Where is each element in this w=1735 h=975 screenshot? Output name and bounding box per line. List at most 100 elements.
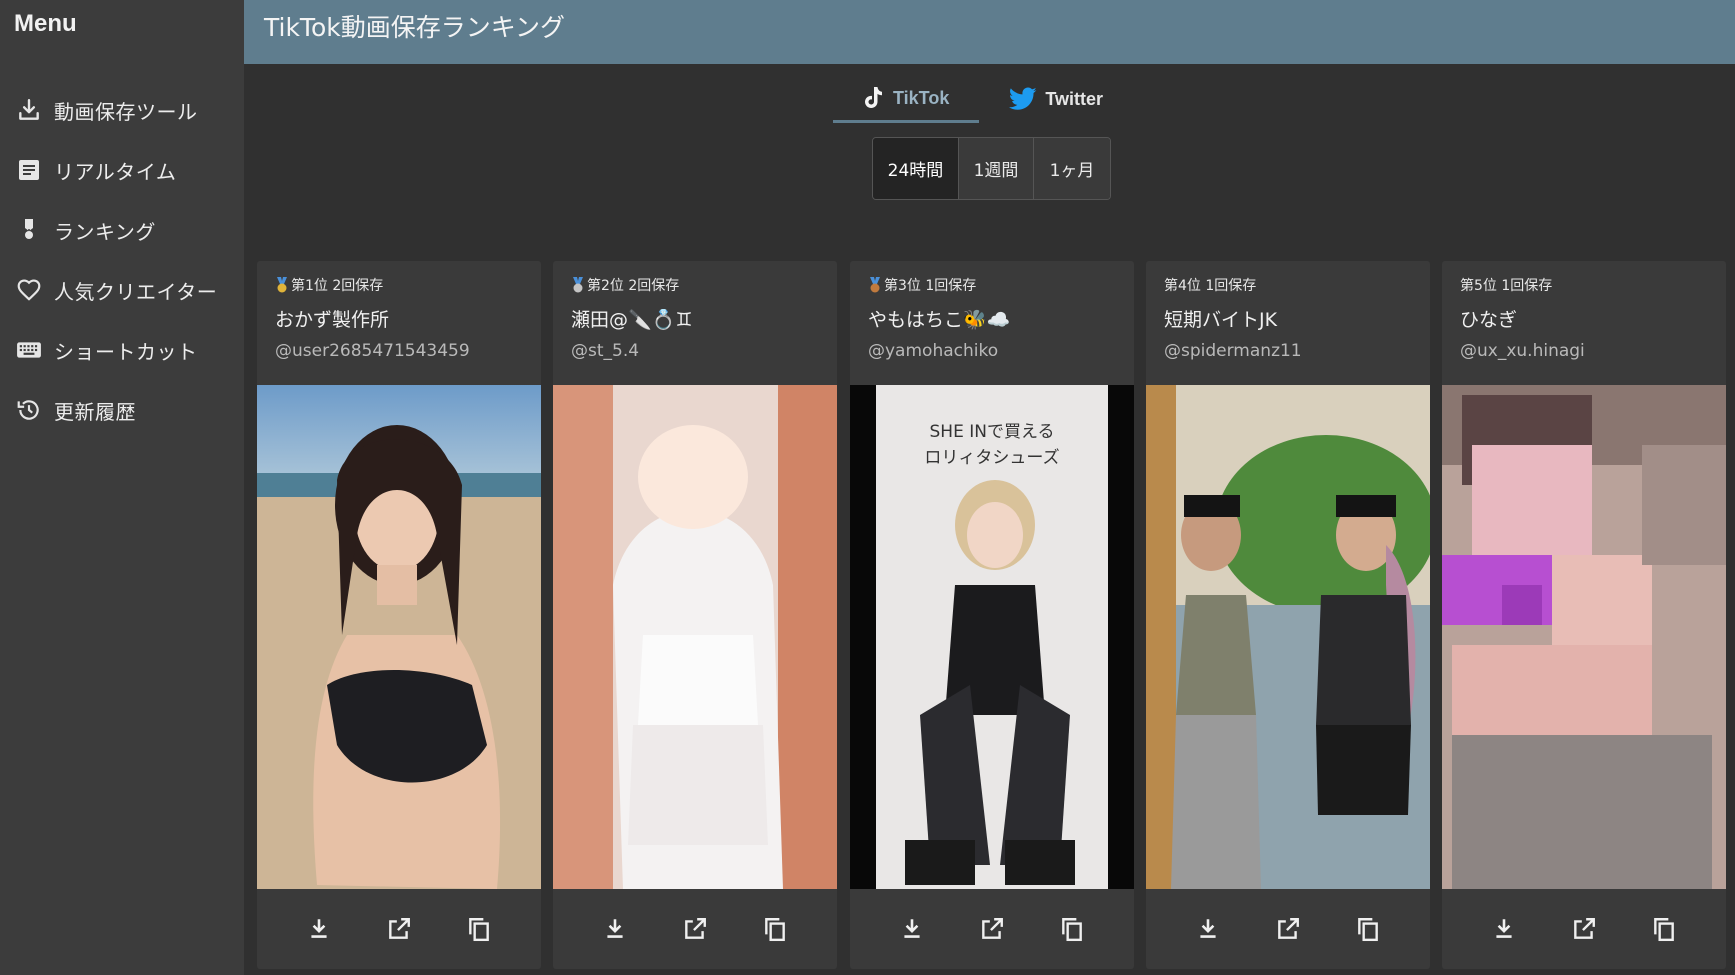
period-selector: 24時間 1週間 1ヶ月 [872, 137, 1111, 200]
thumbnail-caption-1: SHE INで買える [930, 422, 1055, 442]
medal-icon [16, 217, 42, 243]
sidebar-item-label: 動画保存ツール [54, 99, 198, 124]
tab-tiktok[interactable]: TikTok [833, 76, 980, 123]
open-external-icon [386, 916, 412, 942]
card-actions [1146, 889, 1430, 969]
keyboard-icon [16, 337, 42, 363]
rank-label: 第3位 1回保存 [868, 275, 976, 295]
sidebar-item-label: ランキング [54, 219, 156, 244]
copy-button[interactable] [755, 909, 795, 949]
copy-button[interactable] [1644, 909, 1684, 949]
open-link-button[interactable] [1268, 909, 1308, 949]
video-thumbnail[interactable] [1146, 385, 1430, 889]
sidebar-item-label: ショートカット [54, 339, 198, 364]
sidebar-item-realtime[interactable]: リアルタイム [0, 140, 244, 200]
download-button[interactable] [1188, 909, 1228, 949]
creator-name: やもはちこ🐝☁️ [868, 309, 1011, 331]
copy-icon [762, 916, 788, 942]
rank-text: 第4位 1回保存 [1164, 278, 1257, 294]
rank-text: 第1位 2回保存 [291, 278, 384, 294]
video-thumbnail[interactable] [553, 385, 837, 889]
download-button[interactable] [595, 909, 635, 949]
sidebar: Menu 動画保存ツール リアルタイム ランキング 人気クリエイター ショートカ… [0, 0, 244, 975]
copy-icon [1355, 916, 1381, 942]
creator-handle: @ux_xu.hinagi [1460, 341, 1585, 361]
copy-button[interactable] [1348, 909, 1388, 949]
sidebar-item-label: 更新履歴 [54, 399, 136, 424]
ranking-card[interactable]: 第1位 2回保存 おかず製作所 @user2685471543459 [257, 261, 541, 969]
ranking-card[interactable]: 第3位 1回保存 やもはちこ🐝☁️ @yamohachiko SHE INで買え… [850, 261, 1134, 969]
creator-handle: @st_5.4 [571, 341, 640, 361]
silver-medal-icon [571, 277, 585, 293]
ranking-card[interactable]: 第2位 2回保存 瀬田@🔪💍♊︎ @st_5.4 [553, 261, 837, 969]
ranking-card[interactable]: 第4位 1回保存 短期バイトJK @spidermanz11 [1146, 261, 1430, 969]
period-1week-button[interactable]: 1週間 [959, 138, 1034, 199]
tab-label: Twitter [1045, 88, 1104, 109]
sidebar-item-shortcuts[interactable]: ショートカット [0, 320, 244, 380]
copy-button[interactable] [459, 909, 499, 949]
sidebar-item-history[interactable]: 更新履歴 [0, 380, 244, 440]
period-1month-button[interactable]: 1ヶ月 [1034, 138, 1110, 199]
video-thumbnail[interactable]: SHE INで買える ロリィタシューズ [850, 385, 1134, 889]
video-thumbnail[interactable] [1442, 385, 1726, 889]
creator-handle: @yamohachiko [868, 341, 999, 361]
rank-label: 第1位 2回保存 [275, 275, 383, 295]
sidebar-item-download-tool[interactable]: 動画保存ツール [0, 80, 244, 140]
bronze-medal-icon [868, 277, 882, 293]
download-icon [1195, 916, 1221, 942]
creator-name: おかず製作所 [275, 309, 390, 331]
download-icon [602, 916, 628, 942]
open-external-icon [1571, 916, 1597, 942]
period-24h-button[interactable]: 24時間 [873, 138, 959, 199]
copy-icon [1651, 916, 1677, 942]
open-external-icon [682, 916, 708, 942]
creator-handle: @spidermanz11 [1164, 341, 1302, 361]
twitter-icon [1009, 87, 1037, 111]
sidebar-item-popular-creators[interactable]: 人気クリエイター [0, 260, 244, 320]
open-link-button[interactable] [972, 909, 1012, 949]
rank-text: 第3位 1回保存 [884, 278, 977, 294]
tiktok-icon [863, 86, 885, 110]
creator-name: 瀬田@🔪💍♊︎ [571, 309, 693, 331]
copy-icon [466, 916, 492, 942]
card-actions [257, 889, 541, 969]
download-button[interactable] [892, 909, 932, 949]
sidebar-item-label: 人気クリエイター [54, 279, 218, 304]
creator-name: 短期バイトJK [1164, 309, 1278, 331]
document-icon [16, 157, 42, 183]
rank-label: 第2位 2回保存 [571, 275, 679, 295]
card-actions [1442, 889, 1726, 969]
page-title: TikTok動画保存ランキング [264, 13, 565, 42]
open-link-button[interactable] [1564, 909, 1604, 949]
creator-name: ひなぎ [1460, 309, 1518, 331]
sidebar-nav: 動画保存ツール リアルタイム ランキング 人気クリエイター ショートカット 更新… [0, 80, 244, 440]
history-icon [16, 397, 42, 423]
creator-handle: @user2685471543459 [275, 341, 470, 361]
download-icon [16, 97, 42, 123]
sidebar-item-label: リアルタイム [54, 159, 177, 184]
download-icon [899, 916, 925, 942]
download-button[interactable] [1484, 909, 1524, 949]
rank-text: 第2位 2回保存 [587, 278, 680, 294]
sidebar-item-ranking[interactable]: ランキング [0, 200, 244, 260]
tab-twitter[interactable]: Twitter [979, 76, 1133, 122]
card-actions [850, 889, 1134, 969]
open-link-button[interactable] [675, 909, 715, 949]
platform-tabs: TikTok Twitter [833, 76, 1133, 123]
rank-label: 第4位 1回保存 [1164, 275, 1256, 295]
video-thumbnail[interactable] [257, 385, 541, 889]
download-button[interactable] [299, 909, 339, 949]
thumbnail-caption-2: ロリィタシューズ [924, 448, 1059, 468]
page-header: TikTok動画保存ランキング [244, 0, 1735, 64]
heart-icon [16, 277, 42, 303]
menu-title: Menu [14, 10, 77, 37]
card-actions [553, 889, 837, 969]
ranking-card[interactable]: 第5位 1回保存 ひなぎ @ux_xu.hinagi [1442, 261, 1726, 969]
gold-medal-icon [275, 277, 289, 293]
tab-label: TikTok [893, 87, 950, 108]
rank-text: 第5位 1回保存 [1460, 278, 1553, 294]
download-icon [1491, 916, 1517, 942]
copy-button[interactable] [1052, 909, 1092, 949]
open-link-button[interactable] [379, 909, 419, 949]
copy-icon [1059, 916, 1085, 942]
